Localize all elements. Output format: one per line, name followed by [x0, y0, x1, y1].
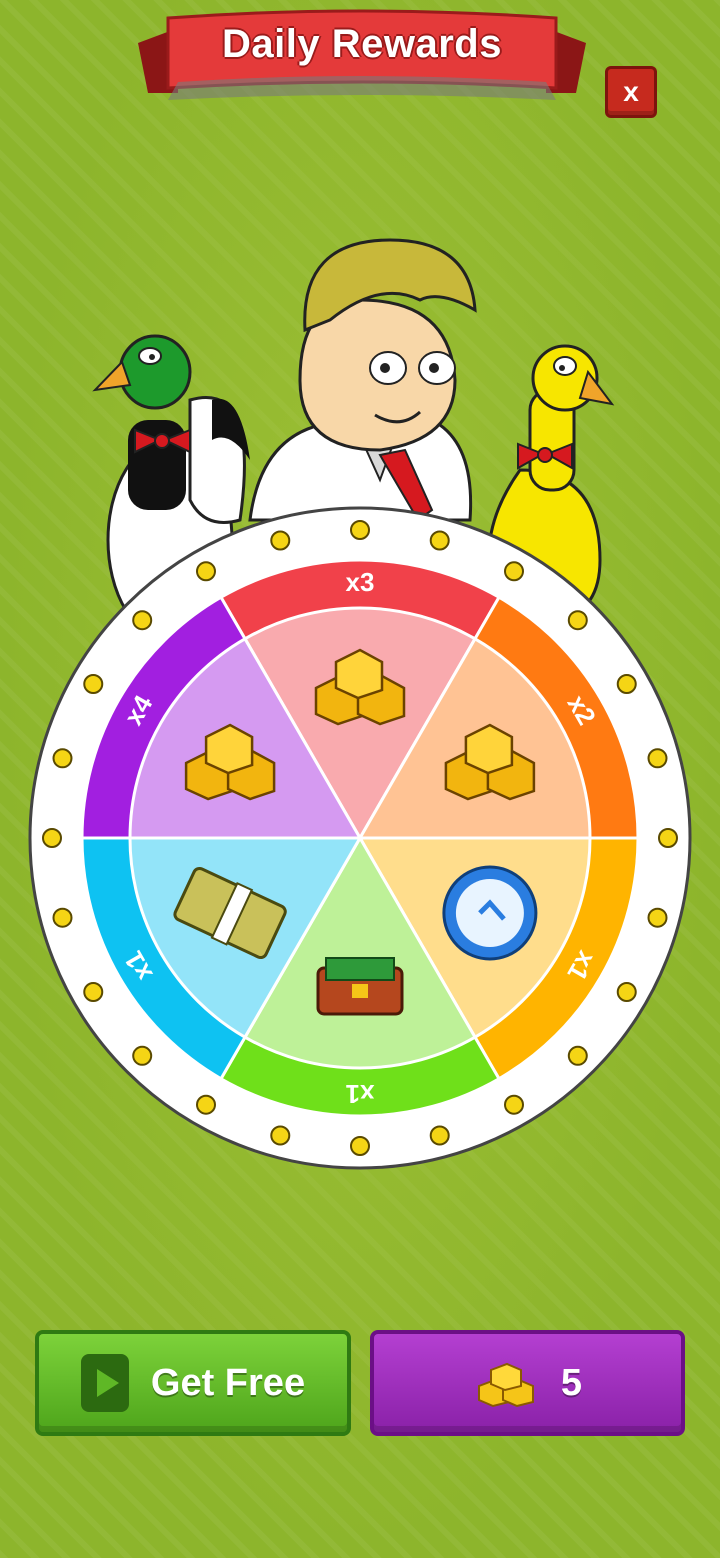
page-title: Daily Rewards — [222, 22, 502, 66]
title-banner: Daily Rewards — [138, 8, 586, 108]
reward-wheel[interactable]: x3 x2 x1 x1 x1 x4 — [28, 506, 692, 1170]
wheel-rim-light — [567, 610, 588, 631]
wheel-rim-light — [647, 907, 668, 928]
wheel-segment-label: x1 — [346, 1079, 375, 1109]
get-free-label: Get Free — [150, 1361, 306, 1404]
wheel-rim-light — [196, 561, 216, 582]
close-icon: x — [623, 76, 639, 107]
wheel-rim-light — [647, 748, 668, 769]
wheel-rim-light — [616, 982, 637, 1002]
buy-price: 5 — [560, 1361, 583, 1404]
reward-scene: x3 x2 x1 x1 x1 x4 — [28, 238, 692, 1170]
wheel-rim-light — [429, 530, 450, 551]
wheel-rim-light — [504, 561, 524, 582]
wheel-rim-light — [567, 1045, 588, 1066]
buy-spin-button[interactable]: 5 — [370, 1330, 685, 1436]
wheel-rim-light — [83, 982, 104, 1002]
money-chest-icon — [316, 957, 404, 1016]
wheel-rim-light — [83, 674, 104, 694]
wheel-rim-light — [52, 907, 73, 928]
wheel-rim-light — [658, 828, 678, 848]
wheel-rim-light — [42, 828, 62, 848]
wheel-rim-light — [132, 1045, 153, 1066]
wheel-rim-light — [350, 520, 370, 540]
man-character — [248, 238, 477, 522]
wheel-rim-light — [504, 1094, 524, 1115]
wheel-rim-light — [429, 1125, 450, 1146]
get-free-button[interactable]: Get Free — [35, 1330, 351, 1436]
wheel-rim-light — [52, 748, 73, 769]
gold-bars-icon — [477, 1362, 534, 1408]
wheel-rim-light — [270, 530, 291, 551]
clock-icon — [442, 865, 538, 961]
play-video-icon — [80, 1354, 129, 1412]
wheel-rim-light — [132, 610, 153, 631]
wheel-rim-light — [270, 1125, 291, 1146]
wheel-rim-light — [350, 1136, 370, 1156]
wheel-segment-label: x3 — [346, 567, 375, 597]
wheel-rim-light — [196, 1094, 216, 1115]
close-button[interactable]: x — [605, 66, 657, 118]
wheel-rim-light — [616, 674, 637, 694]
